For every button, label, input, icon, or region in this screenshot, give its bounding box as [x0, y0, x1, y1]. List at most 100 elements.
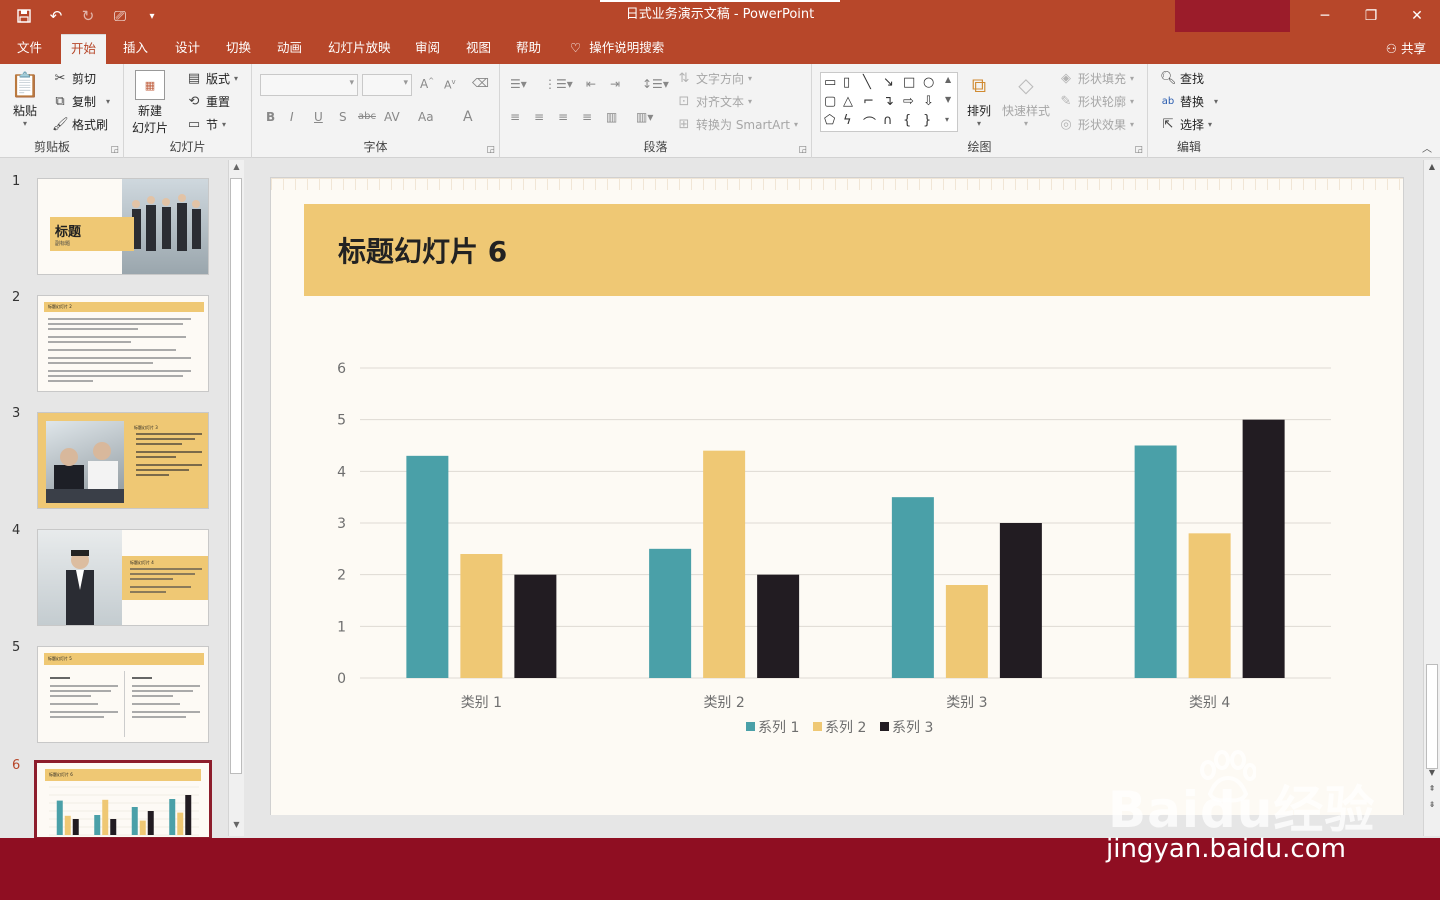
- tab-transitions[interactable]: 切换: [216, 34, 261, 64]
- tell-me-search[interactable]: ♡ 操作说明搜索: [560, 34, 674, 64]
- scroll-thumb[interactable]: [1426, 664, 1438, 769]
- collapse-ribbon-icon[interactable]: ︿: [1422, 140, 1432, 155]
- tab-insert[interactable]: 插入: [113, 34, 158, 64]
- italic-button[interactable]: I: [290, 110, 294, 124]
- close-icon[interactable]: ✕: [1394, 0, 1440, 32]
- dialog-launcher-icon[interactable]: ◲: [798, 145, 807, 155]
- clustered-bar-chart[interactable]: 0 1 2 3 4 5 6 类别 1 类别 2 类别 3 类别 4 系列 1 系列 2 系列 3: [270, 177, 1404, 815]
- arc-shape-icon[interactable]: ⌒: [863, 113, 876, 132]
- format-painter-button[interactable]: 🖌 格式刷: [52, 116, 108, 133]
- shadow-button[interactable]: S: [339, 110, 347, 124]
- rectangle-shape-icon[interactable]: □: [903, 75, 915, 90]
- freeform-shape-icon[interactable]: ⬠: [824, 113, 835, 128]
- layout-button[interactable]: ▤ 版式 ▾: [186, 70, 238, 87]
- gallery-more-icon[interactable]: ▾: [945, 115, 949, 124]
- align-left-icon[interactable]: ≡: [510, 110, 520, 124]
- dialog-launcher-icon[interactable]: ◲: [110, 145, 119, 155]
- minimize-icon[interactable]: ─: [1302, 0, 1348, 32]
- dialog-launcher-icon[interactable]: ◲: [486, 145, 495, 155]
- strikethrough-button[interactable]: abc: [358, 111, 376, 122]
- slide-thumbnail-6[interactable]: 标题幻灯片 6: [34, 760, 212, 840]
- slide-thumbnail-1[interactable]: 标题 副标题: [37, 178, 209, 275]
- increase-font-icon[interactable]: A^: [420, 77, 434, 91]
- char-spacing-button[interactable]: AV: [384, 110, 400, 124]
- right-arrow-shape-icon[interactable]: ⇨: [903, 94, 914, 109]
- elbow-connector-shape-icon[interactable]: ↴: [883, 94, 894, 109]
- underline-button[interactable]: U: [314, 110, 323, 124]
- down-arrow-shape-icon[interactable]: ⇩: [923, 94, 934, 109]
- scribble-shape-icon[interactable]: ϟ: [843, 113, 852, 128]
- select-button[interactable]: ⇱ 选择 ▾: [1160, 116, 1212, 133]
- columns-icon[interactable]: ▥▾: [636, 110, 653, 124]
- tab-view[interactable]: 视图: [456, 34, 501, 64]
- find-button[interactable]: 🔍︎ 查找: [1160, 70, 1204, 87]
- gallery-down-icon[interactable]: ▼: [945, 95, 951, 104]
- font-color-button[interactable]: A: [463, 109, 473, 125]
- align-text-button[interactable]: ⊡ 对齐文本 ▾: [676, 93, 752, 110]
- right-brace-shape-icon[interactable]: }: [923, 113, 931, 128]
- tab-design[interactable]: 设计: [165, 34, 210, 64]
- textbox-shape-icon[interactable]: ▭: [824, 75, 836, 90]
- rounded-rect-shape-icon[interactable]: ▢: [824, 94, 836, 109]
- change-case-button[interactable]: Aa: [418, 110, 434, 124]
- replace-button[interactable]: ab 替换 ▾: [1160, 93, 1218, 110]
- cut-button[interactable]: ✂ 剪切: [52, 70, 96, 87]
- oval-shape-icon[interactable]: ○: [923, 75, 934, 90]
- account-area[interactable]: [1175, 0, 1290, 32]
- smartart-button[interactable]: ⊞ 转换为 SmartArt ▾: [676, 116, 798, 133]
- previous-slide-icon[interactable]: ⇞: [1424, 784, 1440, 793]
- align-right-icon[interactable]: ≡: [558, 110, 568, 124]
- start-slideshow-icon[interactable]: ⎚: [110, 6, 130, 26]
- paste-button[interactable]: 📋 粘贴 ▾: [10, 70, 40, 128]
- tab-home[interactable]: 开始: [61, 34, 107, 64]
- share-button[interactable]: ⚇ 共享: [1386, 34, 1426, 64]
- shape-effects-button[interactable]: ◎ 形状效果 ▾: [1058, 116, 1134, 133]
- justify-icon[interactable]: ≡: [582, 110, 592, 124]
- line-spacing-icon[interactable]: ↕☰▾: [642, 77, 669, 91]
- customize-toolbar-icon[interactable]: ▾: [142, 6, 162, 26]
- thumbnail-scrollbar[interactable]: ▲ ▼: [228, 160, 244, 836]
- arrange-button[interactable]: ⧉ 排列 ▾: [964, 70, 994, 128]
- line-shape-icon[interactable]: ╲: [863, 75, 871, 90]
- vertical-textbox-shape-icon[interactable]: ▯: [843, 75, 850, 90]
- bullets-icon[interactable]: ☰▾: [510, 77, 527, 91]
- scroll-up-icon[interactable]: ▲: [229, 162, 244, 176]
- arrow-line-shape-icon[interactable]: ↘: [883, 75, 894, 90]
- scroll-thumb[interactable]: [230, 178, 242, 774]
- main-scrollbar[interactable]: ▲ ▼ ⇞ ⇟: [1423, 160, 1440, 836]
- clear-formatting-icon[interactable]: ⌫: [472, 76, 489, 90]
- increase-indent-icon[interactable]: ⇥: [610, 77, 620, 91]
- triangle-shape-icon[interactable]: △: [843, 94, 853, 109]
- undo-icon[interactable]: ↶: [46, 6, 66, 26]
- tab-review[interactable]: 审阅: [405, 34, 450, 64]
- connector-shape-icon[interactable]: ⌐: [863, 94, 874, 109]
- section-button[interactable]: ▭ 节 ▾: [186, 116, 226, 133]
- distribute-icon[interactable]: ▥: [606, 110, 617, 124]
- align-center-icon[interactable]: ≡: [534, 110, 544, 124]
- shape-outline-button[interactable]: ✎ 形状轮廓 ▾: [1058, 93, 1134, 110]
- next-slide-icon[interactable]: ⇟: [1424, 800, 1440, 809]
- copy-button[interactable]: ⧉ 复制 ▾: [52, 93, 110, 110]
- gallery-up-icon[interactable]: ▲: [945, 75, 951, 84]
- decrease-font-icon[interactable]: Av: [444, 78, 456, 92]
- redo-icon[interactable]: ↻: [78, 6, 98, 26]
- save-icon[interactable]: [14, 6, 34, 26]
- slide-thumbnail-4[interactable]: 标题幻灯片 4: [37, 529, 209, 626]
- left-brace-shape-icon[interactable]: {: [903, 113, 911, 128]
- restore-icon[interactable]: ❐: [1348, 0, 1394, 32]
- tab-slideshow[interactable]: 幻灯片放映: [318, 34, 401, 64]
- font-name-combo[interactable]: [260, 74, 358, 96]
- dialog-launcher-icon[interactable]: ◲: [1134, 145, 1143, 155]
- quick-styles-button[interactable]: ◇ 快速样式 ▾: [1002, 70, 1050, 128]
- curve-shape-icon[interactable]: ∩: [883, 113, 893, 128]
- scroll-down-icon[interactable]: ▼: [229, 820, 244, 834]
- decrease-indent-icon[interactable]: ⇤: [586, 77, 596, 91]
- bold-button[interactable]: B: [266, 110, 275, 124]
- tab-file[interactable]: 文件: [7, 34, 52, 64]
- tab-help[interactable]: 帮助: [506, 34, 551, 64]
- slide-thumbnail-3[interactable]: 标题幻灯片 3: [37, 412, 209, 509]
- new-slide-button[interactable]: ▦ 新建 幻灯片: [132, 70, 168, 136]
- font-size-combo[interactable]: [362, 74, 412, 96]
- shape-fill-button[interactable]: ◈ 形状填充 ▾: [1058, 70, 1134, 87]
- scroll-up-icon[interactable]: ▲: [1424, 162, 1440, 171]
